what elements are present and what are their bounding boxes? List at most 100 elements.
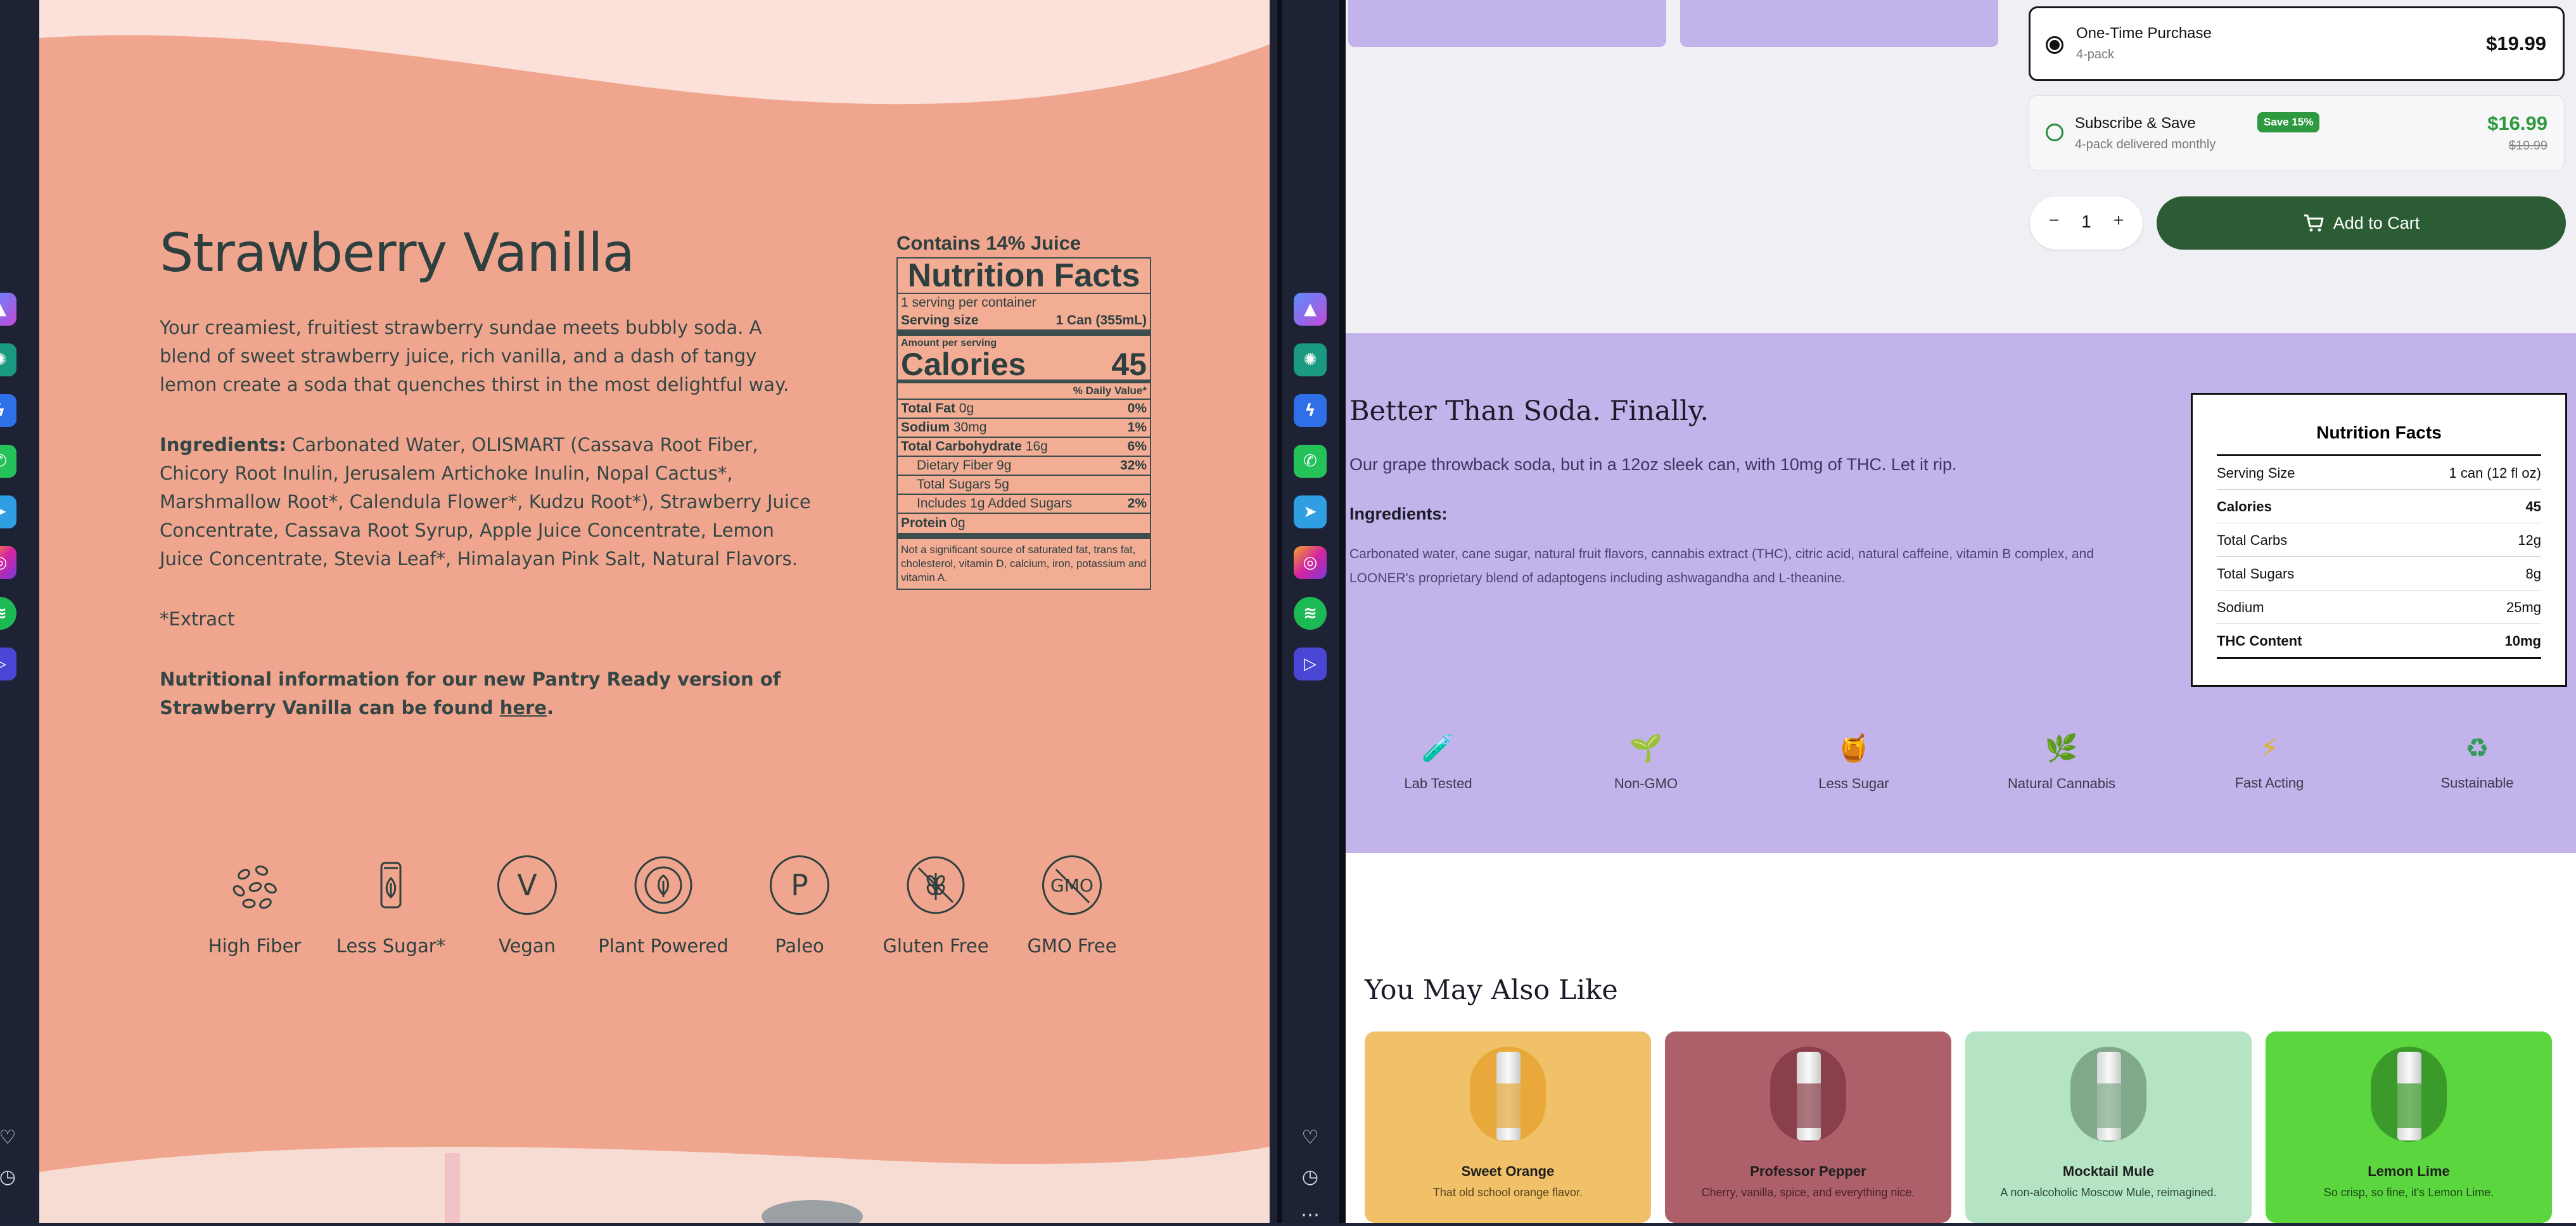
gallery-thumb-1[interactable] — [1348, 0, 1666, 47]
serving-size-value: 1 Can (355mL) — [1055, 313, 1147, 328]
nutrition-card-rows: Serving Size 1 can (12 fl oz) Calories 45 To… — [2217, 456, 2541, 659]
related-product-card[interactable]: Professor Pepper Cherry, vanilla, spice, … — [1665, 1031, 1951, 1223]
subscribe-option[interactable]: Subscribe & Save Save 15% 4-pack deliver… — [2029, 95, 2565, 171]
one-time-purchase-option[interactable]: One-Time Purchase 4-pack $19.99 — [2029, 6, 2565, 81]
nutrition-card-row: THC Content 10mg — [2217, 624, 2541, 659]
protein-row: Protein 0g — [898, 513, 1150, 539]
product-can-image — [1470, 1047, 1546, 1142]
product-description: Your creamiest, fruitiest strawberry sun… — [160, 317, 789, 395]
decrease-quantity-button[interactable]: − — [2043, 210, 2065, 231]
nutrient-name: Includes 1g Added Sugars — [917, 496, 1073, 511]
add-to-cart-button[interactable]: Add to Cart — [2157, 196, 2566, 250]
instagram-icon[interactable]: ◎ — [1294, 546, 1327, 579]
nutrition-card-label: Sodium — [2217, 599, 2264, 615]
add-to-cart-label: Add to Cart — [2333, 213, 2420, 233]
messenger-icon[interactable]: ϟ — [0, 394, 16, 427]
nutrition-card-row: Sodium 25mg — [2217, 591, 2541, 624]
calories-row: Calories 45 — [898, 347, 1150, 383]
related-product-desc: Cherry, vanilla, spice, and everything n… — [1701, 1186, 1915, 1199]
nutrient-label: Total Fat 0g — [901, 401, 974, 416]
vegan-v-icon: V — [497, 855, 557, 915]
chatgpt-icon[interactable]: ✺ — [1294, 343, 1327, 376]
spotify-icon[interactable]: ≋ — [0, 597, 16, 630]
messenger-icon[interactable]: ϟ — [1294, 394, 1327, 427]
ingredients-label: Ingredients: — [160, 434, 286, 456]
middle-dock: ▲ ✺ ϟ ✆ ➤ ◎ ≋ ▷ ♡ ◷ ⋯ — [1270, 0, 1346, 1226]
spotify-icon[interactable]: ≋ — [1294, 597, 1327, 630]
recycle-icon: ♻ — [2465, 732, 2489, 763]
product-page-right: One-Time Purchase 4-pack $19.99 Subscrib… — [1346, 0, 2576, 1223]
subscribe-sub: 4-pack delivered monthly — [2075, 137, 2216, 151]
servings-per-container: 1 serving per container — [898, 293, 1150, 312]
nutrient-daily-value: 0% — [1127, 401, 1147, 416]
video-app-icon[interactable]: ▷ — [0, 648, 16, 680]
about-ingredients-label: Ingredients: — [1349, 504, 1448, 523]
one-time-label: One-Time Purchase — [2076, 25, 2212, 42]
nutrient-amount: 0g — [959, 401, 974, 416]
serving-size-row: Serving size 1 Can (355mL) — [898, 312, 1150, 336]
nutrition-card-label: Total Carbs — [2217, 532, 2288, 548]
related-product-card[interactable]: Mocktail Mule A non-alcoholic Moscow Mule… — [1965, 1031, 2252, 1223]
quantity-stepper[interactable]: − 1 + — [2030, 196, 2143, 250]
feature-label: Fast Acting — [2235, 775, 2304, 791]
nutrition-card-value: 45 — [2525, 499, 2541, 514]
chatgpt-icon[interactable]: ✺ — [0, 343, 16, 376]
related-product-card[interactable]: Lemon Lime So crisp, so fine, it's Lemon … — [2266, 1031, 2552, 1223]
history-icon[interactable]: ◷ — [0, 1166, 24, 1188]
instagram-icon[interactable]: ◎ — [0, 546, 16, 579]
nutrition-card-value: 25mg — [2506, 599, 2541, 615]
nutrient-daily-value: 2% — [1127, 496, 1147, 511]
nutrition-card-label: Serving Size — [2217, 465, 2295, 481]
fiber-icon — [225, 855, 284, 915]
pantry-link[interactable]: here — [500, 697, 547, 718]
honey-pot-icon: 🍯 — [1837, 732, 1871, 763]
nutrient-row: Includes 1g Added Sugars 2% — [898, 494, 1150, 513]
seedling-icon: 🌱 — [1629, 732, 1663, 763]
pantry-note: Nutritional information for our new Pant… — [160, 665, 793, 722]
top-wave-decoration — [39, 0, 1270, 105]
nutrient-label: Includes 1g Added Sugars — [917, 496, 1072, 511]
radio-unselected[interactable] — [2046, 124, 2063, 141]
whatsapp-icon[interactable]: ✆ — [1294, 445, 1327, 478]
gallery-thumb-2[interactable] — [1680, 0, 1998, 47]
feature-item: ♻ Sustainable — [2401, 732, 2553, 791]
nutrition-card-value: 12g — [2518, 532, 2541, 548]
feature-item: 🧪 Lab Tested — [1362, 732, 1514, 792]
heart-icon[interactable]: ♡ — [1294, 1127, 1327, 1149]
whatsapp-icon[interactable]: ✆ — [0, 445, 16, 478]
save-badge: Save 15% — [2257, 112, 2320, 132]
history-icon[interactable]: ◷ — [1294, 1166, 1327, 1188]
calories-label: Calories — [901, 347, 1026, 382]
paleo-p-icon: P — [770, 855, 829, 915]
nutrient-daily-value: 32% — [1119, 458, 1147, 473]
can-label — [1797, 1083, 1821, 1128]
app-launcher-icon[interactable]: ▲ — [0, 293, 16, 326]
product-page-left: Strawberry Vanilla Your creamiest, fruit… — [39, 0, 1270, 1223]
nutrient-row: Total Sugars 5g — [898, 475, 1150, 494]
protein-label: Protein — [901, 516, 947, 530]
nutrient-label: Total Carbohydrate 16g — [901, 439, 1048, 454]
radio-selected[interactable] — [2046, 36, 2063, 54]
can-label — [2097, 1083, 2121, 1128]
feature-item: 🌿 Natural Cannabis — [1986, 732, 2138, 792]
product-can-image — [2070, 1047, 2146, 1142]
badge-label: GMO Free — [1027, 935, 1117, 957]
feature-label: Natural Cannabis — [2008, 776, 2115, 791]
related-product-desc: A non-alcoholic Moscow Mule, reimagined. — [2000, 1186, 2217, 1199]
quantity-value[interactable]: 1 — [2074, 212, 2098, 232]
video-app-icon[interactable]: ▷ — [1294, 648, 1327, 680]
heart-icon[interactable]: ♡ — [0, 1127, 24, 1149]
feature-label: Non-GMO — [1614, 776, 1678, 791]
related-heading: You May Also Like — [1365, 974, 1618, 1006]
pantry-period: . — [547, 697, 554, 718]
telegram-icon[interactable]: ➤ — [1294, 495, 1327, 528]
serving-size-label: Serving size — [901, 313, 979, 328]
increase-quantity-button[interactable]: + — [2107, 210, 2130, 231]
related-product-desc: So crisp, so fine, it's Lemon Lime. — [2323, 1186, 2494, 1199]
app-launcher-icon[interactable]: ▲ — [1294, 293, 1327, 326]
telegram-icon[interactable]: ➤ — [0, 495, 16, 528]
nutrient-amount: 16g — [1025, 439, 1048, 454]
related-product-card[interactable]: Sweet Orange That old school orange flavo… — [1365, 1031, 1651, 1223]
badge-glyph: V — [517, 868, 537, 902]
badge-glyph: P — [791, 868, 808, 902]
